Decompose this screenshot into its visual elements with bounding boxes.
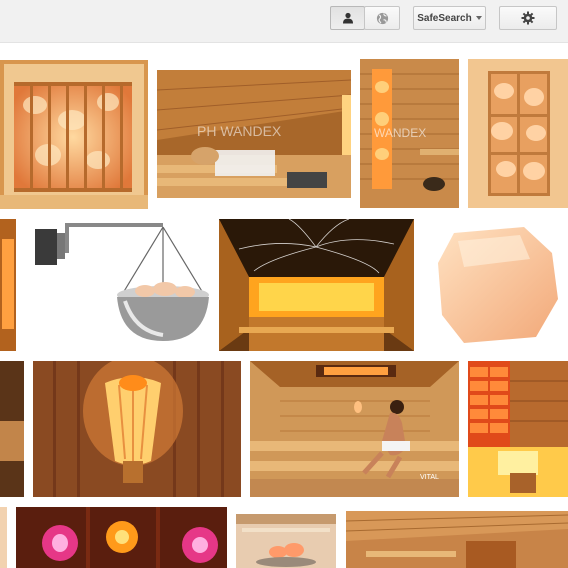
settings-button[interactable] [499,6,557,30]
person-icon [342,12,353,24]
safesearch-dropdown[interactable]: SafeSearch [413,6,486,30]
globe-icon [376,12,388,24]
image-result-wood-sauna-interior[interactable] [346,511,568,568]
image-result-salt-brick-sauna[interactable] [468,361,568,497]
image-result-sauna-starry-ceiling[interactable] [219,219,414,351]
watermark-text: WANDEX [374,126,426,140]
image-result-sauna-stove-stones[interactable] [236,514,336,568]
image-result-sauna-model[interactable]: VITAL [250,361,459,497]
safesearch-label: SafeSearch [417,12,472,24]
chevron-down-icon [475,16,482,20]
watermark-text: PH WANDEX [197,123,282,139]
image-result-sauna-room-wandex[interactable]: PH WANDEX [157,70,351,198]
image-result-sauna-salt-wall[interactable]: WANDEX [360,59,459,208]
image-result-salt-lamps-row[interactable] [16,507,227,568]
image-result-partial-left[interactable] [0,507,7,568]
image-result-dark-sauna-edge[interactable] [0,361,24,497]
personal-results-button[interactable] [330,6,365,30]
public-results-button[interactable] [364,6,400,30]
toolbar: SafeSearch [0,0,568,43]
image-result-salt-wall-edge[interactable] [0,219,16,351]
image-result-wall-lamp[interactable] [33,361,241,497]
gear-icon [521,11,535,25]
image-results-grid: PH WANDEX WANDEX VITAL [0,43,568,568]
image-result-hanging-salt-bowl[interactable] [25,219,209,351]
watermark-text: VITAL [420,474,439,481]
image-result-salt-panel-frame[interactable] [468,59,568,208]
image-result-salt-wall-grid[interactable] [0,60,148,209]
image-result-salt-block[interactable] [424,219,568,351]
